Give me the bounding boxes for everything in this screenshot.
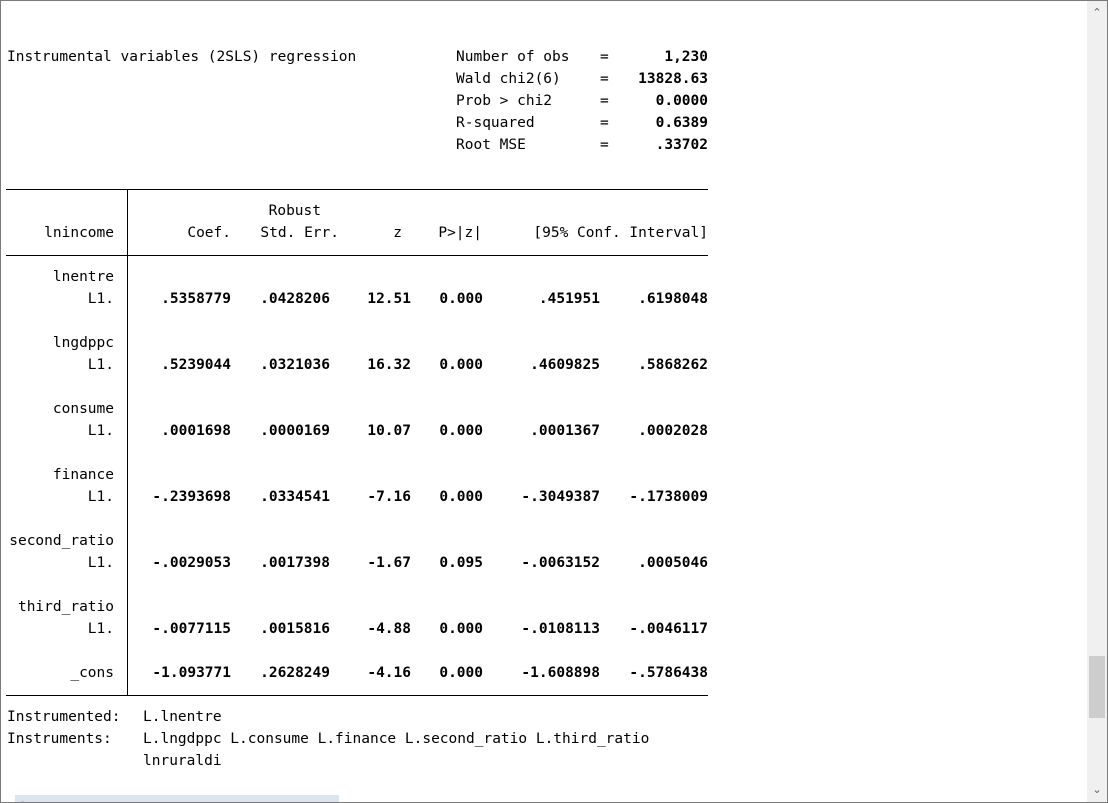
cell-coef: -.0077115 — [152, 621, 231, 637]
instruments-line-2: lnruraldi — [143, 753, 222, 769]
lag-label: L1. — [87, 357, 114, 373]
variable-name: _cons — [70, 665, 114, 681]
regression-title: Instrumental variables (2SLS) regression — [7, 49, 357, 65]
instrumented-label: Instrumented: — [7, 709, 121, 725]
chevron-down-icon[interactable]: ⌄ — [1087, 780, 1107, 800]
cell-hi: .0005046 — [638, 555, 708, 571]
lag-label: L1. — [87, 555, 114, 571]
depvar-header: lnincome — [44, 225, 114, 241]
stat-value: .33702 — [655, 137, 708, 153]
stat-value: 0.0000 — [655, 93, 708, 109]
table-column-rule — [127, 189, 128, 696]
stat-value: 13828.63 — [638, 71, 708, 87]
cell-z: 10.07 — [367, 423, 411, 439]
cell-se: .0017398 — [260, 555, 330, 571]
stat-label: R-squared — [456, 115, 535, 131]
cell-hi: -.1738009 — [629, 489, 708, 505]
cell-se: .0321036 — [260, 357, 330, 373]
cell-se: .0000169 — [260, 423, 330, 439]
cell-coef: .5239044 — [161, 357, 231, 373]
instruments-label: Instruments: — [7, 731, 112, 747]
cell-z: 12.51 — [367, 291, 411, 307]
cell-lo: .451951 — [538, 291, 600, 307]
stat-value: 0.6389 — [655, 115, 708, 131]
scrollbar-thumb[interactable] — [1089, 656, 1105, 718]
stat-label: Number of obs — [456, 49, 570, 65]
cell-lo: -1.608898 — [521, 665, 600, 681]
table-header-rule — [6, 255, 708, 256]
cell-p: 0.095 — [439, 555, 483, 571]
cell-coef: -1.093771 — [152, 665, 231, 681]
variable-name: finance — [52, 467, 114, 483]
cell-lo: -.0063152 — [521, 555, 600, 571]
cell-p: 0.000 — [439, 621, 483, 637]
lag-label: L1. — [87, 489, 114, 505]
cell-z: 16.32 — [367, 357, 411, 373]
cell-p: 0.000 — [439, 665, 483, 681]
cell-coef: -.0029053 — [152, 555, 231, 571]
ci-header: [95% Conf. Interval] — [533, 225, 708, 241]
cell-p: 0.000 — [439, 291, 483, 307]
variable-name: third_ratio — [17, 599, 114, 615]
cell-p: 0.000 — [439, 357, 483, 373]
instrumented-value: L.lnentre — [143, 709, 222, 725]
cell-se: .2628249 — [260, 665, 330, 681]
cell-p: 0.000 — [439, 489, 483, 505]
cell-hi: -.0046117 — [629, 621, 708, 637]
results-window: Instrumental variables (2SLS) regression… — [0, 0, 1108, 803]
table-top-rule — [6, 189, 708, 190]
cell-z: -4.88 — [367, 621, 411, 637]
cell-hi: .0002028 — [638, 423, 708, 439]
cell-lo: -.3049387 — [521, 489, 600, 505]
variable-name: second_ratio — [9, 533, 114, 549]
variable-name: lngdppc — [52, 335, 114, 351]
lag-label: L1. — [87, 621, 114, 637]
cell-hi: .5868262 — [638, 357, 708, 373]
cell-coef: .5358779 — [161, 291, 231, 307]
cell-hi: .6198048 — [638, 291, 708, 307]
cell-lo: .0001367 — [530, 423, 600, 439]
cell-z: -7.16 — [367, 489, 411, 505]
variable-name: lnentre — [52, 269, 114, 285]
cell-se: .0428206 — [260, 291, 330, 307]
stat-value: 1,230 — [664, 49, 708, 65]
chevron-up-icon[interactable]: ⌃ — [1087, 3, 1107, 23]
cell-p: 0.000 — [439, 423, 483, 439]
cell-se: .0015816 — [260, 621, 330, 637]
lag-label: L1. — [87, 291, 114, 307]
robust-header: Robust — [268, 203, 321, 219]
se-header: Std. Err. — [260, 225, 339, 241]
cell-hi: -.5786438 — [629, 665, 708, 681]
cell-z: -4.16 — [367, 665, 411, 681]
cell-z: -1.67 — [367, 555, 411, 571]
cell-coef: -.2393698 — [152, 489, 231, 505]
instruments-line-1: L.lngdppc L.consume L.finance L.second_r… — [143, 731, 650, 747]
cell-coef: .0001698 — [161, 423, 231, 439]
cell-se: .0334541 — [260, 489, 330, 505]
z-header: z — [393, 225, 402, 241]
lag-label: L1. — [87, 423, 114, 439]
vertical-scrollbar[interactable]: ⌃ ⌄ — [1087, 1, 1107, 802]
p-header: P>|z| — [438, 225, 482, 241]
cell-lo: -.0108113 — [521, 621, 600, 637]
cell-lo: .4609825 — [530, 357, 600, 373]
stat-label: Root MSE — [456, 137, 526, 153]
next-command-fragment: . — [15, 795, 339, 802]
table-bottom-rule — [6, 695, 708, 696]
variable-name: consume — [52, 401, 114, 417]
coef-header: Coef. — [187, 225, 231, 241]
stat-label: Prob > chi2 — [456, 93, 553, 109]
stat-label: Wald chi2(6) — [456, 71, 561, 87]
